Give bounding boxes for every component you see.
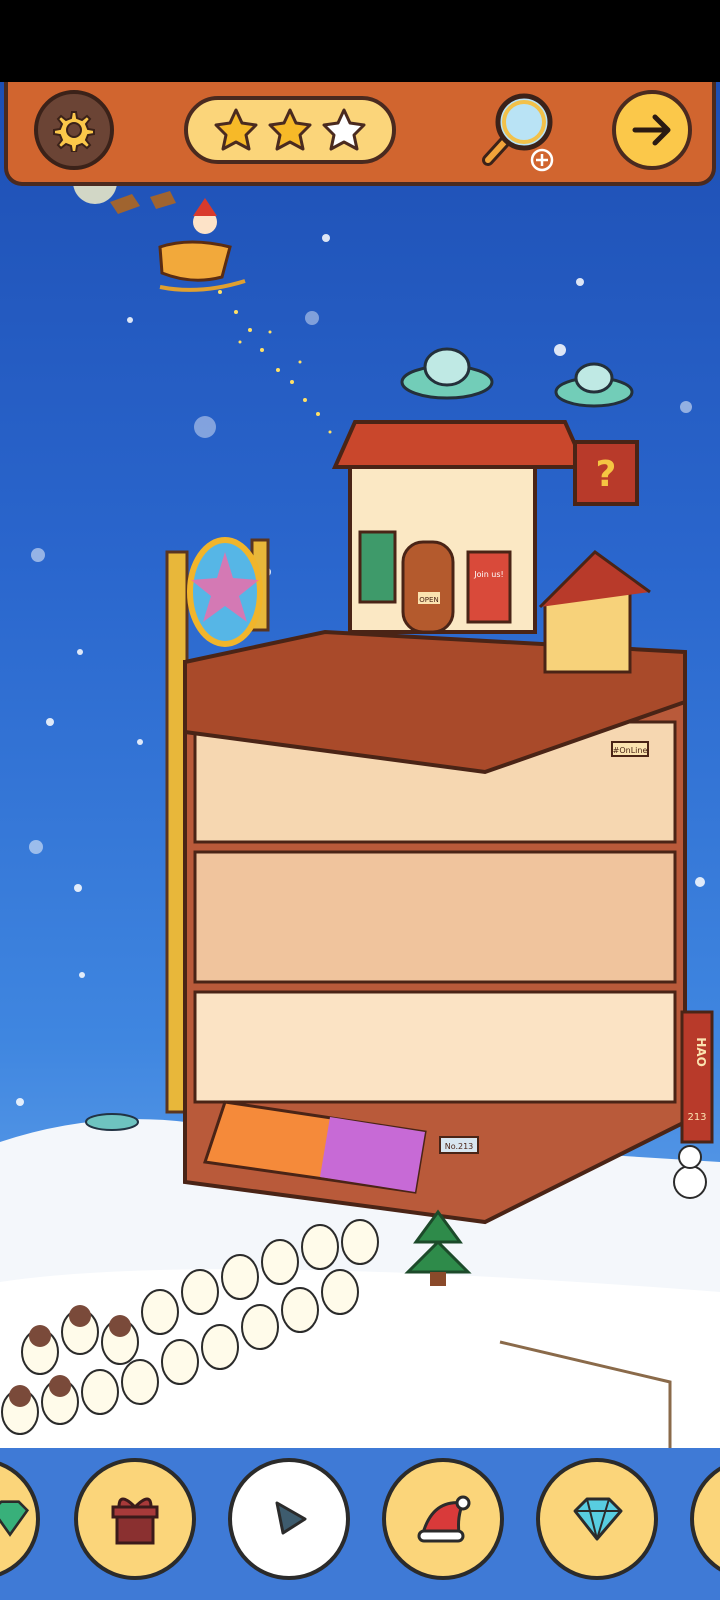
next-button[interactable] [612,90,692,170]
stars-panel [184,96,396,164]
gift-box-icon [111,1497,159,1545]
item-bar [0,1448,720,1600]
game-scene[interactable]: OPEN Join us! ? HAO 213 No.213 #OnLine [0,82,720,1448]
scene-art: OPEN Join us! ? HAO 213 No.213 #OnLine [0,160,720,1448]
star-empty-icon [322,108,366,151]
top-bar [4,82,716,186]
item-slot-triangle[interactable] [228,1458,350,1580]
play-triangle-icon [275,1501,307,1535]
online-sign: #OnLine [613,746,648,755]
magnifier-plus-icon [482,93,554,172]
door-number: No.213 [445,1142,474,1151]
settings-button[interactable] [34,90,114,170]
star-filled-icon [268,108,312,151]
shop-sign: OPEN [419,596,438,604]
star-filled-icon [214,108,258,151]
item-slot-diamond[interactable] [536,1458,658,1580]
gear-icon [53,111,95,152]
hint-button[interactable] [466,88,566,178]
diamond-icon [573,1497,623,1541]
item-slot-diamond-partial[interactable] [0,1458,40,1580]
hao-sign: HAO [694,1037,708,1067]
hao-number: 213 [687,1112,706,1123]
item-slot-santa-hat[interactable] [382,1458,504,1580]
status-bar [0,0,720,82]
diamond-icon [0,1500,30,1537]
arrow-right-icon [632,114,671,146]
join-sign: Join us! [473,570,504,579]
question-sign: ? [596,454,617,495]
item-slot-partial[interactable] [690,1458,720,1580]
santa-hat-icon [417,1495,471,1543]
item-slot-gift[interactable] [74,1458,196,1580]
